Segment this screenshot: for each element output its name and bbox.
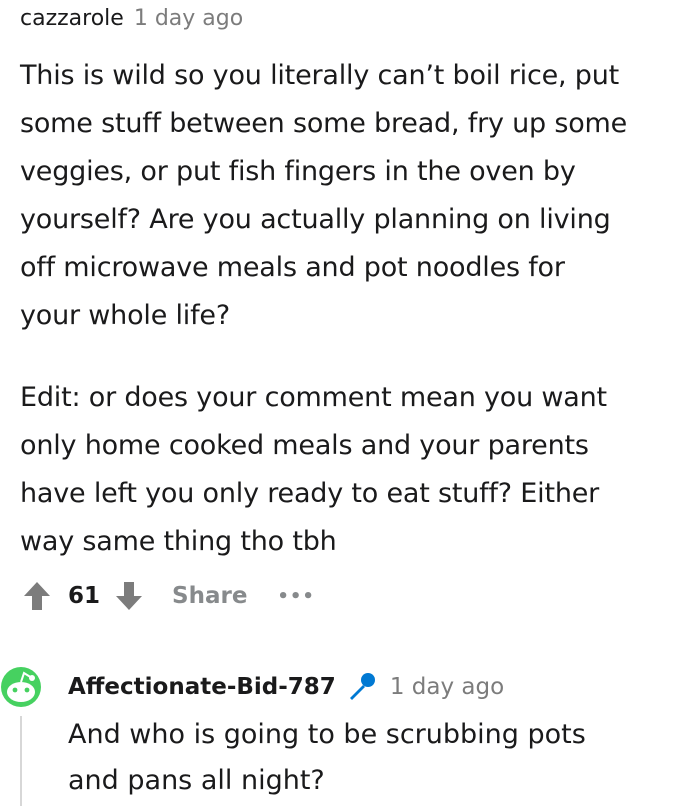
comment-body: This is wild so you literally can’t boil… xyxy=(20,52,696,566)
comment-line: This is wild so you literally can’t boil… xyxy=(20,60,620,91)
comment-line: yourself? Are you actually planning on l… xyxy=(20,204,611,235)
comment-paragraph-2: Edit: or does your comment mean you want… xyxy=(20,374,696,566)
comment-line: way same thing tho tbh xyxy=(20,526,337,557)
reply-line: and pans all night? xyxy=(68,765,325,796)
snoo-avatar-icon[interactable] xyxy=(0,666,42,708)
comment-line: veggies, or put fish fingers in the oven… xyxy=(20,156,576,187)
comment-line: only home cooked meals and your parents xyxy=(20,430,589,461)
vote-score: 61 xyxy=(68,583,101,609)
reply-line: And who is going to be scrubbing pots xyxy=(68,719,586,750)
comment-line: some stuff between some bread, fry up so… xyxy=(20,108,628,139)
comment-paragraph-1: This is wild so you literally can’t boil… xyxy=(20,52,696,340)
comment-line: have left you only ready to eat stuff? E… xyxy=(20,478,600,509)
microphone-icon xyxy=(344,670,378,704)
comment-line: Edit: or does your comment mean you want xyxy=(20,382,607,413)
comment-cazzarole: cazzarole 1 day ago This is wild so you … xyxy=(20,6,696,566)
more-options-button[interactable]: ••• xyxy=(277,586,315,607)
comment-author[interactable]: cazzarole xyxy=(20,6,124,31)
comment-meta: cazzarole 1 day ago xyxy=(20,6,696,40)
arrow-down-icon[interactable] xyxy=(114,580,144,612)
share-button[interactable]: Share xyxy=(172,583,247,609)
arrow-up-icon[interactable] xyxy=(22,580,52,612)
thread-line[interactable] xyxy=(20,716,22,806)
comment-line: your whole life? xyxy=(20,300,230,331)
comment-timestamp[interactable]: 1 day ago xyxy=(134,6,243,31)
reply-author[interactable]: Affectionate-Bid-787 xyxy=(68,674,336,700)
reply-timestamp[interactable]: 1 day ago xyxy=(390,674,504,700)
reply-meta: Affectionate-Bid-787 1 day ago xyxy=(68,670,504,704)
comment-actions: 61 Share ••• xyxy=(22,576,315,616)
reply-body: And who is going to be scrubbing pots an… xyxy=(68,712,688,804)
comment-line: off microwave meals and pot noodles for xyxy=(20,252,565,283)
